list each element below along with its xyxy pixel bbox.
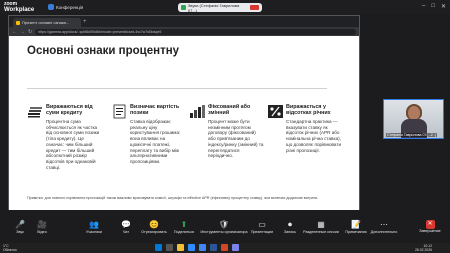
search-icon[interactable] [166, 244, 173, 251]
window-controls: – □ ✕ [422, 3, 446, 10]
feature-heading: Фіксований або змінний [208, 104, 251, 116]
feature-text: Процентна сума обчислюється як частка ві… [46, 119, 100, 170]
participant-name: Стефанія Гаврилова 07(...2..) [386, 133, 437, 137]
feature-heading: Виражаються від суми кредиту [46, 104, 93, 116]
more-label: Дополнительно [370, 230, 398, 234]
feature-heading: Визначає вартість позики [130, 104, 180, 116]
more-icon: ⋯ [380, 220, 388, 229]
teams-icon[interactable] [232, 244, 239, 251]
powerpoint-icon[interactable] [221, 244, 228, 251]
stop-share-button[interactable] [250, 5, 259, 10]
conference-button[interactable]: Конференція [48, 3, 83, 11]
minimize-icon[interactable]: – [422, 3, 425, 10]
share-indicator-text: Звуки (Стефанія Гаврилова 07...) [187, 2, 240, 13]
share-label: Поделиться [173, 230, 195, 234]
video-label: Відео [37, 230, 47, 234]
feature-text: Процент може бути незмінним протягом дог… [208, 119, 264, 159]
file-explorer-icon[interactable] [177, 244, 184, 251]
participants-button[interactable]: 👥 Учасники [76, 220, 112, 234]
conference-label: Конференція [56, 4, 84, 10]
screen-share-indicator[interactable]: Звуки (Стефанія Гаврилова 07...) [178, 2, 262, 13]
end-meeting-button[interactable]: ✕ Завершение [412, 220, 448, 233]
host-tools-button[interactable]: 🛡 Инструменты организатора [200, 220, 248, 234]
shared-browser-window: Презент основні ознаки... + ← → ↻ https:… [8, 15, 360, 210]
os-taskbar: 1°C Облачно 10:12 28.02.2026 [0, 243, 450, 253]
share-button[interactable]: ⬆ Поделиться [166, 220, 202, 234]
forward-icon[interactable]: → [20, 29, 25, 35]
participants-icon: 👥 [89, 220, 99, 229]
slide-title: Основні ознаки процентну [27, 45, 180, 57]
percent-calendar-icon [267, 104, 284, 119]
money-stack-icon [27, 105, 44, 118]
share-status-icon [181, 5, 186, 10]
browser-url-bar: ← → ↻ https://gamma.app/docs/..split8d0f… [9, 27, 359, 36]
clock-date: 28.02.2026 [415, 248, 432, 252]
zoom-brand-bottom: Workplace [4, 7, 35, 13]
browser-tab[interactable]: Презент основні ознаки... [13, 18, 81, 27]
tab-favicon-icon [16, 20, 20, 25]
maximize-icon[interactable]: □ [431, 3, 435, 10]
chrome-icon[interactable] [199, 244, 206, 251]
slide-footnote: Примітка: для повного порівняння пропози… [27, 196, 319, 200]
zoom-title-bar: zoom Workplace Конференція Звуки (Стефан… [0, 0, 450, 14]
browser-tab-title: Презент основні ознаки... [22, 20, 70, 25]
meeting-toolbar: 🎤 Звук 🎥 Відео 👥 Учасники 💬 Чат 😊 Отреаг… [0, 217, 450, 243]
feature-text: Ставка відображає реальну ціну користува… [130, 119, 181, 164]
word-icon[interactable] [210, 244, 217, 251]
browser-tab-bar: Презент основні ознаки... + [9, 16, 359, 27]
more-button[interactable]: ⋯ Дополнительно [366, 220, 402, 234]
new-tab-button[interactable]: + [83, 18, 87, 27]
participant-face [408, 106, 420, 120]
video-camera-icon: 🎥 [37, 220, 47, 229]
back-icon[interactable]: ← [12, 29, 17, 35]
feature-heading: Виражається у відсотках річних [286, 104, 331, 116]
participants-label: Учасники [86, 230, 102, 234]
rate-chart-icon [189, 104, 206, 119]
weather-condition: Облачно [3, 248, 17, 252]
end-meeting-label: Завершение [419, 229, 441, 233]
taskbar-app-icons [155, 244, 239, 251]
close-icon[interactable]: ✕ [441, 3, 446, 10]
system-clock[interactable]: 10:12 28.02.2026 [415, 244, 432, 252]
participant-video-tile[interactable]: Стефанія Гаврилова 07(...2..) [383, 99, 444, 139]
weather-widget[interactable]: 1°C Облачно [3, 244, 17, 252]
zoom-app-icon[interactable] [188, 244, 195, 251]
presentation-slide: Основні ознаки процентну Виражаються від… [9, 36, 359, 210]
address-field[interactable]: https://gamma.app/docs/..split8d0f0d6b/m… [35, 28, 356, 35]
feature-text: Стандартна практика — вказувати ставку я… [286, 119, 342, 153]
end-call-icon: ✕ [425, 220, 435, 229]
reload-icon[interactable]: ↻ [28, 29, 32, 35]
video-button[interactable]: 🎥 Відео [24, 220, 60, 234]
host-tools-label: Инструменты организатора [200, 230, 248, 234]
share-screen-icon: ⬆ [180, 220, 188, 229]
start-icon[interactable] [155, 244, 162, 251]
zoom-logo: zoom Workplace [4, 1, 34, 13]
shield-icon: 🛡 [218, 220, 230, 229]
slide-divider [27, 88, 327, 89]
document-lines-icon [111, 104, 128, 119]
camera-icon [48, 4, 54, 10]
